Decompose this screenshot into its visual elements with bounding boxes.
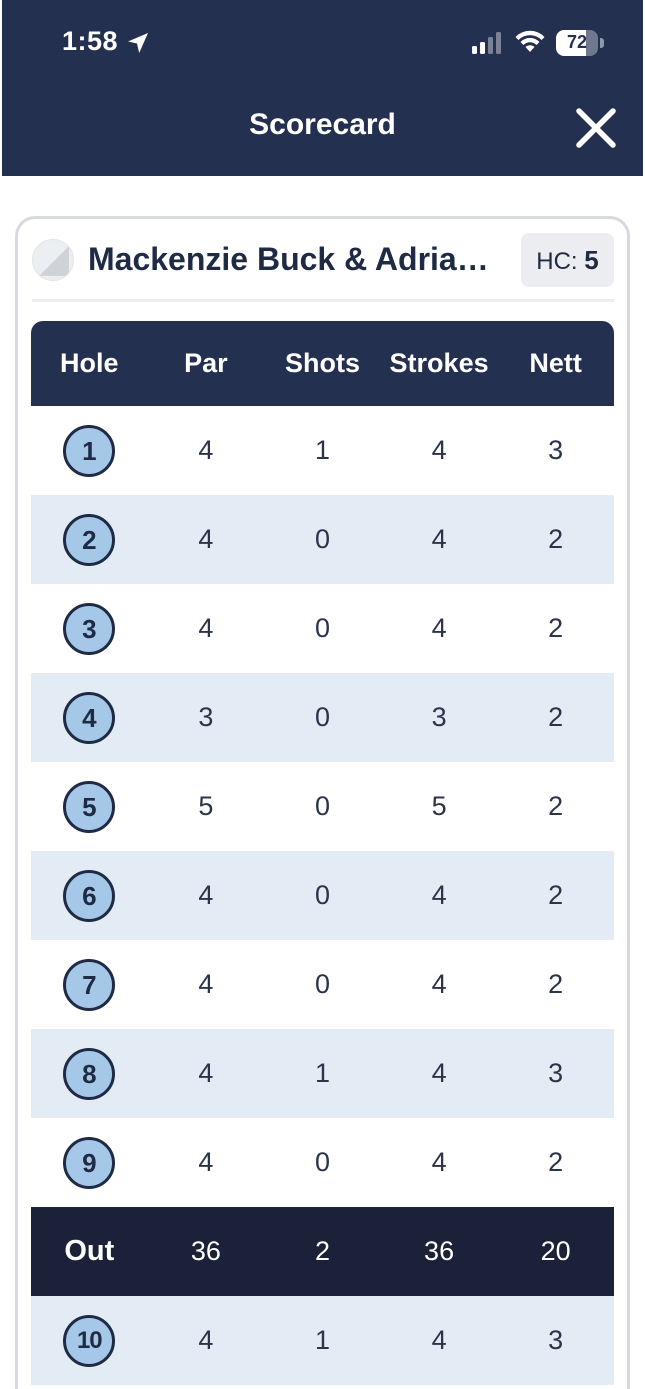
handicap-label: HC: [536,248,585,275]
battery-percent: 72 [566,32,588,52]
hole-number-badge: 4 [63,691,116,744]
table-row[interactable]: 3 4 0 4 2 [31,584,614,673]
shots-cell: 1 [314,1058,330,1088]
column-header-nett: Nett [529,348,582,378]
strokes-cell: 4 [431,880,447,910]
hole-number-badge: 2 [63,513,116,566]
player-header: Mackenzie Buck & Adrian… HC: 5 [18,219,627,302]
out-shots: 2 [314,1236,330,1266]
column-header-shots: Shots [284,348,360,378]
table-row[interactable]: 6 4 0 4 2 [31,851,614,940]
scorecard-table: Hole Par Shots Strokes Nett 1 4 1 4 3 2 … [31,321,614,1385]
table-header: Hole Par Shots Strokes Nett [31,321,614,406]
close-button[interactable] [574,106,618,150]
hole-number-badge: 1 [63,424,116,477]
par-cell: 4 [198,1325,214,1355]
hole-number-badge: 10 [63,1314,116,1367]
shots-cell: 0 [314,791,330,821]
shots-cell: 0 [314,969,330,999]
shots-cell: 0 [314,880,330,910]
shots-cell: 1 [314,435,330,465]
column-header-par: Par [184,348,228,378]
table-row[interactable]: 10 4 1 4 3 [31,1296,614,1385]
nett-cell: 3 [548,1325,564,1355]
par-cell: 4 [198,1147,214,1177]
par-cell: 5 [198,791,214,821]
scorecard-card: Mackenzie Buck & Adrian… HC: 5 Hole Par … [15,216,630,1389]
nett-cell: 3 [548,1058,564,1088]
column-header-hole: Hole [60,348,119,378]
par-cell: 3 [198,702,214,732]
strokes-cell: 3 [431,702,447,732]
nett-cell: 3 [548,435,564,465]
par-cell: 4 [198,969,214,999]
status-time: 1:58 [62,26,119,56]
table-row[interactable]: 2 4 0 4 2 [31,495,614,584]
location-arrow-icon [128,33,148,53]
strokes-cell: 5 [431,791,447,821]
out-par: 36 [190,1236,221,1266]
table-row[interactable]: 5 5 0 5 2 [31,762,614,851]
nett-cell: 2 [548,969,564,999]
hole-number-badge: 7 [63,958,116,1011]
nett-cell: 2 [548,613,564,643]
app-header: 1:58 72 Scorecard [2,0,643,176]
nett-cell: 2 [548,702,564,732]
strokes-cell: 4 [431,1058,447,1088]
hole-number-badge: 6 [63,869,116,922]
strokes-cell: 4 [431,524,447,554]
table-row[interactable]: 7 4 0 4 2 [31,940,614,1029]
out-nett: 20 [540,1236,571,1266]
hole-number-badge: 3 [63,602,116,655]
wifi-icon [515,30,545,52]
cellular-signal-icon [472,32,501,54]
table-row[interactable]: 1 4 1 4 3 [31,406,614,495]
avatar-placeholder-icon [39,246,69,276]
status-bar: 1:58 72 [2,0,643,86]
nett-cell: 2 [548,880,564,910]
table-row[interactable]: 4 3 0 3 2 [31,673,614,762]
handicap-badge: HC: 5 [521,233,614,287]
out-strokes: 36 [424,1236,455,1266]
hole-number-badge: 9 [63,1136,116,1189]
par-cell: 4 [198,435,214,465]
shots-cell: 0 [314,613,330,643]
strokes-cell: 4 [431,969,447,999]
table-row[interactable]: 9 4 0 4 2 [31,1118,614,1207]
out-label: Out [64,1235,115,1267]
hole-number-badge: 8 [63,1047,116,1100]
player-name: Mackenzie Buck & Adrian… [88,241,498,277]
divider [32,299,614,302]
par-cell: 4 [198,613,214,643]
table-row[interactable]: 8 4 1 4 3 [31,1029,614,1118]
par-cell: 4 [198,1058,214,1088]
shots-cell: 0 [314,524,330,554]
hole-number-badge: 5 [63,780,116,833]
handicap-value: 5 [584,245,599,275]
shots-cell: 0 [314,1147,330,1177]
par-cell: 4 [198,524,214,554]
avatar [32,239,74,281]
shots-cell: 0 [314,702,330,732]
strokes-cell: 4 [431,1147,447,1177]
nett-cell: 2 [548,1147,564,1177]
shots-cell: 1 [314,1325,330,1355]
out-total-row: Out 36 2 36 20 [31,1207,614,1296]
strokes-cell: 4 [431,613,447,643]
column-header-strokes: Strokes [389,348,489,378]
strokes-cell: 4 [431,435,447,465]
par-cell: 4 [198,880,214,910]
nett-cell: 2 [548,791,564,821]
nett-cell: 2 [548,524,564,554]
strokes-cell: 4 [431,1325,447,1355]
page-title: Scorecard [249,108,396,141]
battery-icon: 72 [556,30,604,56]
